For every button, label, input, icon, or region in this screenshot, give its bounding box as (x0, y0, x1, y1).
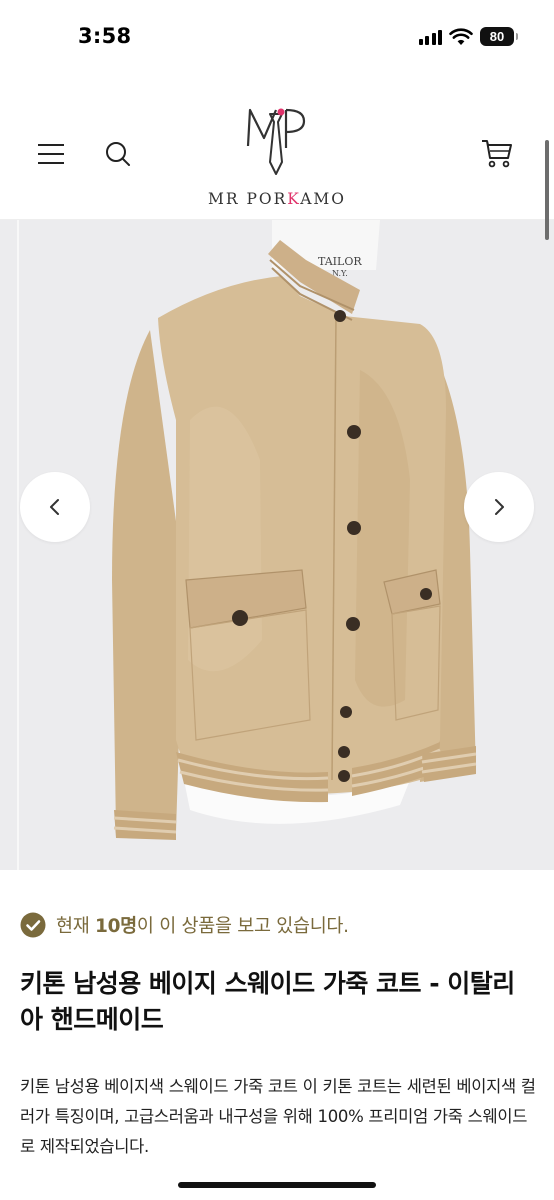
battery-level: 80 (489, 29, 505, 44)
search-icon[interactable] (104, 140, 132, 168)
check-circle-icon (20, 912, 46, 938)
status-icons: 80 (418, 27, 518, 46)
logo-text: MR PORKAMO (207, 190, 346, 208)
menu-icon[interactable] (38, 142, 64, 166)
mannequin-label: TAILOR (318, 255, 362, 268)
chevron-left-icon (50, 499, 59, 515)
battery-icon: 80 (480, 27, 518, 46)
product-title: 키톤 남성용 베이지 스웨이드 가죽 코트 - 이탈리아 핸드메이드 (20, 969, 515, 1034)
status-bar: 3:58 80 (0, 0, 554, 76)
page-scrollbar[interactable] (545, 140, 549, 240)
site-logo[interactable]: MR PORKAMO (200, 104, 354, 214)
cellular-signal-icon (418, 29, 442, 45)
gallery-prev-button[interactable] (20, 472, 90, 542)
cart-icon[interactable] (480, 136, 514, 170)
status-time: 3:58 (78, 24, 132, 48)
logo-mark (246, 108, 306, 175)
site-header: MR PORKAMO (0, 76, 554, 220)
viewers-text: 현재 10명이 이 상품을 보고 있습니다. (56, 916, 349, 937)
wifi-icon (449, 27, 473, 45)
product-gallery[interactable]: TAILOR N.Y. (0, 220, 554, 870)
product-description: 키톤 남성용 베이지색 스웨이드 가죽 코트 이 키톤 코트는 세련된 베이지색… (20, 1077, 536, 1156)
chevron-right-icon (495, 499, 504, 515)
viewers-notice: 현재 10명이 이 상품을 보고 있습니다. (20, 912, 349, 938)
home-indicator[interactable] (178, 1182, 376, 1188)
gallery-next-button[interactable] (464, 472, 534, 542)
product-image: TAILOR N.Y. (112, 220, 477, 840)
